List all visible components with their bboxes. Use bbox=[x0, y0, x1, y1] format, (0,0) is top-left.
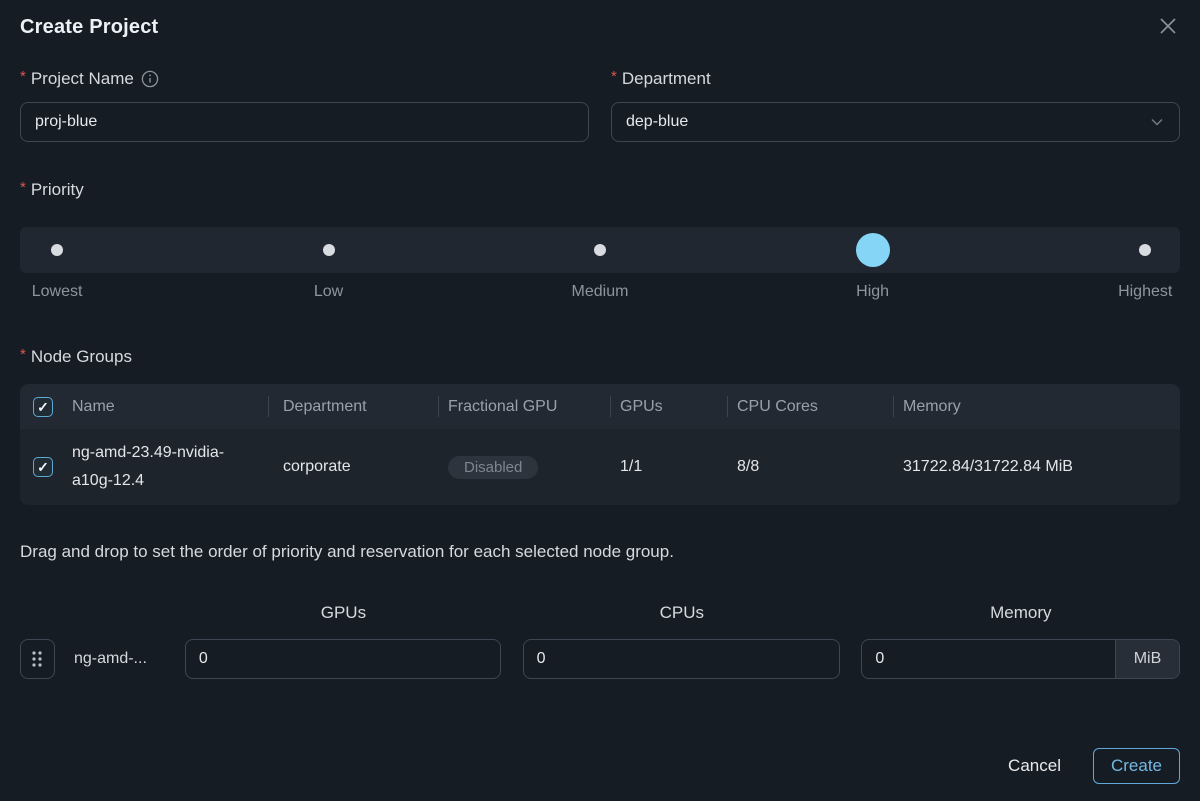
info-icon[interactable] bbox=[141, 70, 159, 88]
memory-input[interactable] bbox=[862, 640, 1115, 678]
priority-label-row: * Priority bbox=[20, 180, 1180, 200]
chevron-down-icon bbox=[1149, 114, 1165, 130]
project-name-label: Project Name bbox=[31, 69, 134, 89]
cell-fractional-gpu: Disabled bbox=[438, 456, 610, 479]
required-asterisk: * bbox=[20, 179, 26, 196]
priority-label: Priority bbox=[31, 180, 84, 200]
project-name-label-row: * Project Name bbox=[20, 69, 589, 89]
column-header-department: Department bbox=[268, 384, 438, 429]
priority-dot-low[interactable] bbox=[323, 244, 335, 256]
cell-name: ng-amd-23.49-nvidia-a10g-12.4 bbox=[60, 439, 268, 495]
cell-gpus: 1/1 bbox=[610, 458, 727, 476]
check-icon: ✓ bbox=[37, 460, 49, 474]
create-project-modal: Create Project * Project Name * bbox=[0, 0, 1200, 801]
priority-option-label: Highest bbox=[1118, 283, 1172, 301]
department-field: * Department dep-blue bbox=[611, 69, 1180, 142]
project-name-input[interactable] bbox=[20, 102, 589, 142]
required-asterisk: * bbox=[20, 68, 26, 85]
row-checkbox[interactable]: ✓ bbox=[33, 457, 53, 477]
reservation-memory-label: Memory bbox=[862, 603, 1180, 623]
table-row: ✓ ng-amd-23.49-nvidia-a10g-12.4 corporat… bbox=[20, 429, 1180, 505]
page-title: Create Project bbox=[20, 16, 158, 39]
close-icon bbox=[1158, 16, 1178, 36]
priority-step-medium[interactable] bbox=[594, 227, 606, 273]
create-button[interactable]: Create bbox=[1093, 748, 1180, 784]
cancel-button[interactable]: Cancel bbox=[1008, 756, 1061, 776]
cpus-input[interactable] bbox=[523, 639, 841, 679]
node-groups-section: * Node Groups ✓ Name Department Fraction… bbox=[20, 347, 1180, 505]
node-groups-label-row: * Node Groups bbox=[20, 347, 1180, 367]
form-fields-row: * Project Name * Department dep-blue bbox=[20, 69, 1180, 142]
priority-option-label: Lowest bbox=[32, 283, 83, 301]
priority-dot-medium[interactable] bbox=[594, 244, 606, 256]
priority-option-label: High bbox=[856, 283, 889, 301]
priority-slider: Lowest Low Medium High Highest bbox=[20, 227, 1180, 301]
cell-cpu-cores: 8/8 bbox=[727, 458, 893, 476]
required-asterisk: * bbox=[611, 68, 617, 85]
memory-unit-suffix: MiB bbox=[1115, 640, 1179, 678]
reservation-row: ng-amd-... MiB bbox=[20, 639, 1180, 679]
node-groups-label: Node Groups bbox=[31, 347, 132, 367]
project-name-field: * Project Name bbox=[20, 69, 589, 142]
close-button[interactable] bbox=[1156, 14, 1180, 38]
column-header-cpu-cores: CPU Cores bbox=[727, 384, 893, 429]
drag-handle-icon bbox=[30, 649, 44, 669]
drag-drop-hint: Drag and drop to set the order of priori… bbox=[20, 542, 1180, 562]
drag-handle[interactable] bbox=[20, 639, 55, 679]
priority-dot-highest[interactable] bbox=[1139, 244, 1151, 256]
required-asterisk: * bbox=[20, 346, 26, 363]
priority-option-label: Medium bbox=[572, 283, 629, 301]
priority-section: * Priority Lowest Low Medium High Highes… bbox=[20, 180, 1180, 301]
gpus-input[interactable] bbox=[185, 639, 501, 679]
priority-step-high[interactable] bbox=[856, 227, 890, 273]
department-label-row: * Department bbox=[611, 69, 1180, 89]
priority-option-label: Low bbox=[314, 283, 343, 301]
department-label: Department bbox=[622, 69, 711, 89]
reservation-node-group-name: ng-amd-... bbox=[74, 650, 169, 668]
select-all-checkbox[interactable]: ✓ bbox=[33, 397, 53, 417]
priority-dot-high-selected[interactable] bbox=[856, 233, 890, 267]
cell-department: corporate bbox=[268, 458, 438, 476]
column-header-name: Name bbox=[60, 384, 268, 429]
check-icon: ✓ bbox=[37, 400, 49, 414]
cell-memory: 31722.84/31722.84 MiB bbox=[893, 458, 1180, 476]
reservation-column-labels: GPUs CPUs Memory bbox=[20, 603, 1180, 623]
modal-header: Create Project bbox=[20, 16, 1180, 39]
disabled-status-badge: Disabled bbox=[448, 456, 538, 479]
column-header-memory: Memory bbox=[893, 384, 1180, 429]
priority-dot-lowest[interactable] bbox=[51, 244, 63, 256]
department-select-value: dep-blue bbox=[626, 113, 688, 131]
priority-step-lowest[interactable] bbox=[51, 227, 63, 273]
table-header-row: ✓ Name Department Fractional GPU GPUs CP… bbox=[20, 384, 1180, 429]
modal-footer: Cancel Create bbox=[1008, 748, 1180, 784]
column-header-fractional-gpu: Fractional GPU bbox=[438, 384, 610, 429]
memory-input-group: MiB bbox=[861, 639, 1180, 679]
reservation-gpus-label: GPUs bbox=[186, 603, 501, 623]
priority-step-highest[interactable] bbox=[1139, 227, 1151, 273]
reservation-cpus-label: CPUs bbox=[523, 603, 840, 623]
column-header-gpus: GPUs bbox=[610, 384, 727, 429]
priority-step-low[interactable] bbox=[323, 227, 335, 273]
node-groups-table: ✓ Name Department Fractional GPU GPUs CP… bbox=[20, 384, 1180, 505]
department-select[interactable]: dep-blue bbox=[611, 102, 1180, 142]
